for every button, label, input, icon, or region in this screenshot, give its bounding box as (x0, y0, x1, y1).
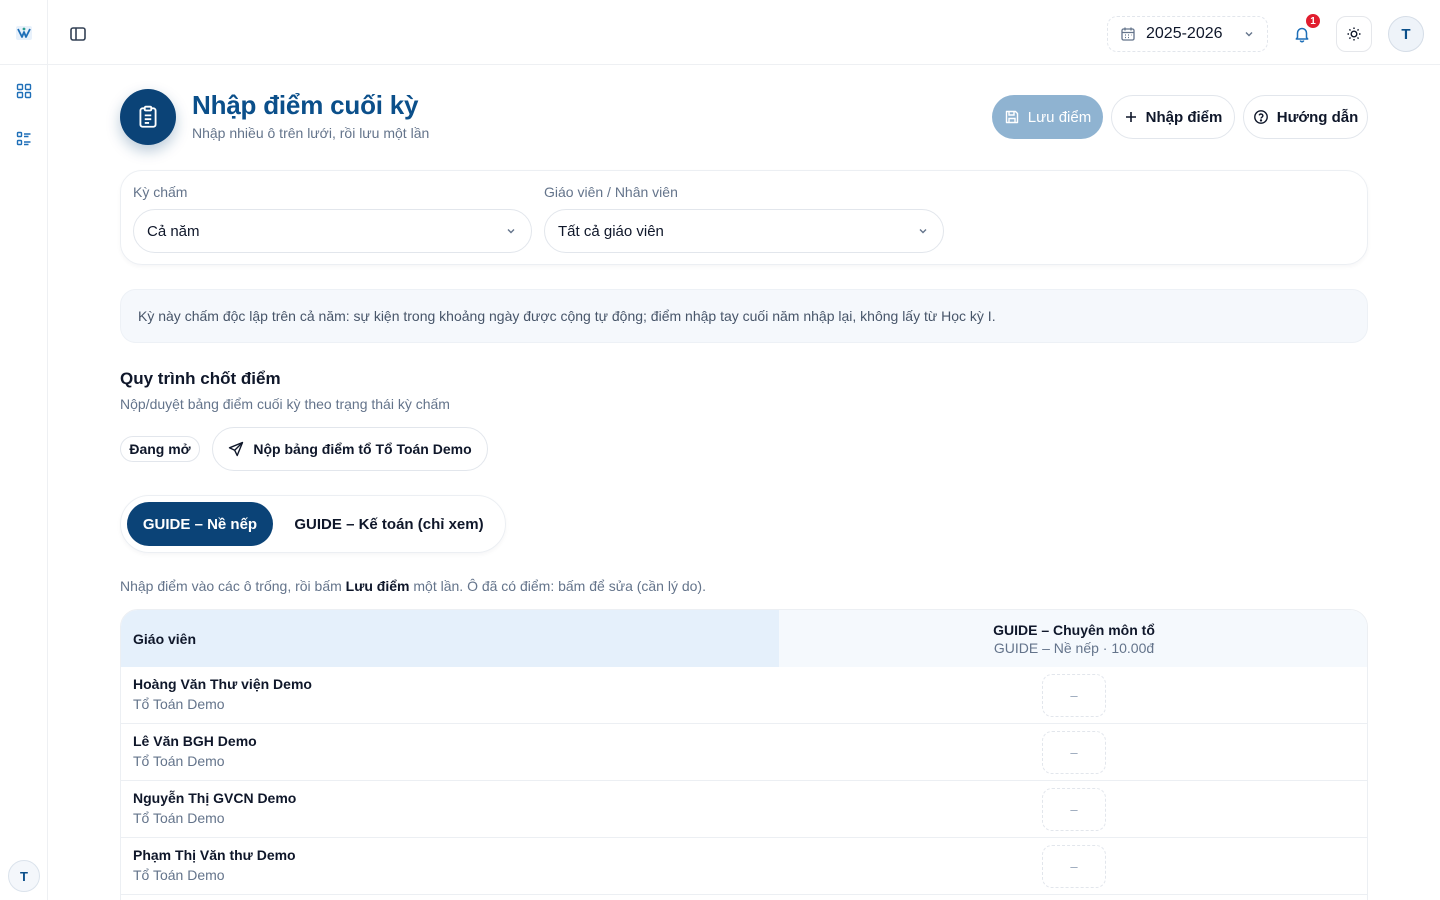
school-year-select[interactable]: 2025-2026 (1107, 16, 1268, 52)
teacher-name: Phạm Thị Văn thư Demo (133, 847, 296, 863)
score-grid: Giáo viên GUIDE – Chuyên môn tổ GUIDE – … (120, 609, 1368, 900)
score-cell[interactable]: – (1042, 674, 1106, 717)
page-subtitle: Nhập nhiều ô trên lưới, rồi lưu một lần (192, 125, 430, 141)
status-badge: Đang mở (120, 436, 200, 462)
school-year-value: 2025-2026 (1146, 25, 1223, 42)
teacher-department: Tổ Toán Demo (133, 753, 225, 769)
workflow-subtitle: Nộp/duyệt bảng điểm cuối kỳ theo trạng t… (120, 396, 450, 412)
term-label: Kỳ chấm (133, 184, 188, 200)
save-scores-button[interactable]: Lưu điểm (992, 95, 1103, 139)
sidebar-toggle-icon[interactable] (68, 24, 88, 44)
term-select[interactable]: Cả năm (133, 209, 532, 253)
send-icon (229, 441, 244, 457)
table-row: Nguyễn Thị GVCN Demo Tổ Toán Demo – (121, 781, 1367, 838)
term-value: Cả năm (147, 222, 200, 240)
theme-toggle-button[interactable] (1336, 16, 1372, 52)
entry-hint: Nhập điểm vào các ô trống, rồi bấm Lưu đ… (120, 578, 706, 594)
save-scores-label: Lưu điểm (1027, 108, 1092, 126)
help-circle-icon (1253, 110, 1268, 124)
notification-badge: 1 (1305, 13, 1321, 29)
workflow-title: Quy trình chốt điểm (120, 369, 281, 388)
list-icon (16, 131, 31, 146)
submit-scores-button[interactable]: Nộp bảng điểm tổ Tổ Toán Demo (212, 427, 488, 471)
category-tabs: GUIDE – Nề nếp GUIDE – Kế toán (chỉ xem) (120, 495, 506, 553)
dashboard-icon (16, 83, 32, 99)
chevron-down-icon (919, 229, 927, 234)
chevron-down-icon (1245, 32, 1253, 37)
info-banner: Kỳ này chấm độc lập trên cả năm: sự kiện… (120, 289, 1368, 343)
entry-hint-bold: Lưu điểm (345, 578, 410, 594)
guide-label: Hướng dẫn (1276, 108, 1359, 126)
teacher-name: Lê Văn BGH Demo (133, 733, 257, 749)
sidebar: T (0, 0, 48, 900)
teacher-department: Tổ Toán Demo (133, 696, 225, 712)
entry-hint-after: một lần. Ô đã có điểm: bấm để sửa (cần l… (409, 578, 706, 594)
entry-hint-before: Nhập điểm vào các ô trống, rồi bấm (120, 578, 346, 594)
score-cell[interactable]: – (1042, 731, 1106, 774)
app-logo-icon[interactable] (14, 23, 34, 43)
teacher-name: Nguyễn Thị GVCN Demo (133, 790, 297, 806)
teacher-label: Giáo viên / Nhân viên (544, 184, 678, 200)
tab-discipline[interactable]: GUIDE – Nề nếp (127, 502, 273, 546)
column-header-teacher: Giáo viên (121, 610, 779, 667)
page-title: Nhập điểm cuối kỳ (192, 90, 419, 120)
submit-scores-label: Nộp bảng điểm tổ Tổ Toán Demo (253, 441, 472, 457)
user-avatar[interactable]: T (1388, 16, 1424, 52)
sidebar-avatar[interactable]: T (8, 860, 40, 892)
column-header-criteria: GUIDE – Chuyên môn tổ GUIDE – Nề nếp · 1… (779, 610, 1367, 667)
clipboard-icon (120, 89, 176, 145)
teacher-select[interactable]: Tất cả giáo viên (544, 209, 944, 253)
tab-accounting[interactable]: GUIDE – Kế toán (chỉ xem) (281, 502, 497, 546)
table-row: Phạm Thị Văn thư Demo Tổ Toán Demo – (121, 838, 1367, 895)
teacher-department: Tổ Toán Demo (133, 810, 225, 826)
grid-header: Giáo viên GUIDE – Chuyên môn tổ GUIDE – … (121, 610, 1367, 667)
score-cell[interactable]: – (1042, 845, 1106, 888)
sidebar-item-list[interactable] (14, 129, 34, 149)
plus-icon (1125, 112, 1136, 122)
table-row: Hoàng Văn Thư viện Demo Tổ Toán Demo – (121, 667, 1367, 724)
teacher-department: Tổ Toán Demo (133, 867, 225, 883)
import-scores-label: Nhập điểm (1145, 108, 1223, 126)
chevron-down-icon (507, 229, 515, 234)
filter-card: Kỳ chấm Cả năm Giáo viên / Nhân viên Tất… (120, 170, 1368, 265)
save-icon (1005, 110, 1018, 124)
topbar: 2025-2026 1 T (48, 0, 1440, 65)
criteria-subtitle: GUIDE – Nề nếp · 10.00đ (993, 639, 1155, 656)
guide-button[interactable]: Hướng dẫn (1243, 95, 1368, 139)
table-row: Lê Văn BGH Demo Tổ Toán Demo – (121, 724, 1367, 781)
teacher-name: Hoàng Văn Thư viện Demo (133, 676, 312, 692)
score-cell[interactable]: – (1042, 788, 1106, 831)
import-scores-button[interactable]: Nhập điểm (1111, 95, 1235, 139)
sun-icon (1347, 27, 1361, 41)
criteria-title: GUIDE – Chuyên môn tổ (993, 621, 1155, 638)
teacher-value: Tất cả giáo viên (558, 222, 664, 240)
calendar-icon (1121, 27, 1135, 41)
sidebar-item-dashboard[interactable] (14, 81, 34, 101)
sidebar-divider (0, 64, 48, 65)
